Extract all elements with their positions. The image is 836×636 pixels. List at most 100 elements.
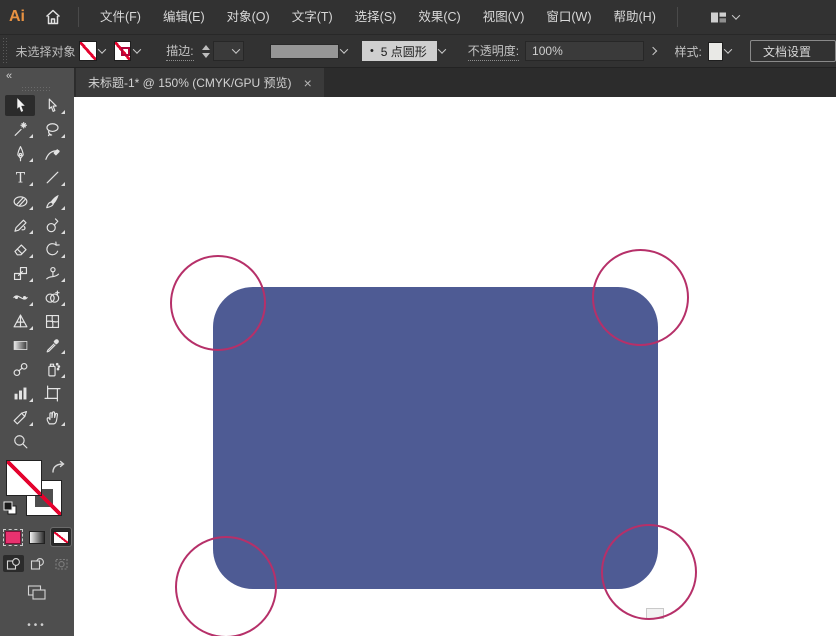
chevron-down-icon (232, 45, 240, 53)
stroke-weight-label[interactable]: 描边: (166, 42, 193, 61)
artboard-tool[interactable] (37, 383, 67, 404)
corner-circle-shape-2[interactable] (592, 249, 689, 346)
ellipse-tool[interactable] (5, 191, 35, 212)
menu-item-view[interactable]: 视图(V) (472, 0, 536, 34)
opacity-expand[interactable] (648, 41, 659, 61)
workspace-grid-icon (710, 10, 727, 25)
pen-tool[interactable] (5, 143, 35, 164)
blob-brush-tool[interactable] (37, 215, 67, 236)
document-setup-button[interactable]: 文档设置 (750, 40, 836, 62)
column-graph-tool[interactable] (5, 383, 35, 404)
brush-dot-icon: • (370, 45, 374, 57)
screen-mode-button[interactable] (27, 584, 47, 606)
rotate-tool[interactable] (37, 239, 67, 260)
control-bar: 未选择对象 描边: • 5 点圆形 不透明度: 100% 样式: 文档设置 (0, 34, 836, 68)
opacity-input[interactable]: 100% (525, 41, 644, 61)
symbol-sprayer-tool[interactable] (37, 359, 67, 380)
hand-tool[interactable] (37, 407, 67, 428)
paintbrush-tool[interactable] (37, 191, 67, 212)
selection-status: 未选择对象 (15, 43, 79, 60)
rounded-rectangle-shape[interactable] (213, 287, 658, 589)
svg-text:T: T (15, 170, 25, 186)
menu-item-type[interactable]: 文字(T) (281, 0, 344, 34)
chevron-down-icon (724, 45, 732, 53)
illustrator-window: Ai 文件(F)编辑(E)对象(O)文字(T)选择(S)效果(C)视图(V)窗口… (0, 0, 836, 636)
none-button[interactable] (51, 528, 71, 546)
style-dropdown[interactable] (723, 41, 734, 61)
panel-grip-handle[interactable] (22, 87, 52, 92)
menu-item-object[interactable]: 对象(O) (216, 0, 281, 34)
artboard-canvas[interactable] (74, 97, 836, 636)
gradient-tool[interactable] (5, 335, 35, 356)
corner-circle-shape-4[interactable] (601, 524, 697, 620)
fill-dropdown[interactable] (97, 41, 108, 61)
menu-item-effect[interactable]: 效果(C) (407, 0, 471, 34)
chevron-down-icon (98, 45, 106, 53)
stroke-color-swatch[interactable] (114, 41, 132, 61)
menu-bar: Ai 文件(F)编辑(E)对象(O)文字(T)选择(S)效果(C)视图(V)窗口… (0, 0, 836, 34)
chevron-down-icon (132, 45, 140, 53)
fill-well[interactable] (6, 460, 42, 496)
selection-tool[interactable] (5, 95, 35, 116)
home-icon[interactable] (38, 2, 68, 32)
default-fill-stroke-icon[interactable] (2, 500, 18, 521)
tools-panel: « T (0, 68, 74, 636)
edit-toolbar-button[interactable]: ••• (27, 620, 47, 631)
curvature-tool[interactable] (37, 143, 67, 164)
type-tool[interactable]: T (5, 167, 35, 188)
perspective-grid-tool[interactable] (5, 311, 35, 332)
color-mode-buttons (3, 528, 71, 546)
menu-item-window[interactable]: 窗口(W) (535, 0, 602, 34)
brush-definition-select[interactable]: • 5 点圆形 (362, 41, 437, 61)
menu-item-select[interactable]: 选择(S) (344, 0, 408, 34)
blend-tool[interactable] (5, 359, 35, 380)
menu-item-edit[interactable]: 编辑(E) (152, 0, 216, 34)
menu-item-help[interactable]: 帮助(H) (603, 0, 667, 34)
menubar-divider-2 (677, 7, 678, 27)
width-tool[interactable] (5, 287, 35, 308)
line-segment-tool[interactable] (37, 167, 67, 188)
brush-dropdown[interactable] (437, 41, 448, 61)
chevron-down-icon (438, 45, 446, 53)
panel-grip[interactable] (2, 38, 7, 64)
style-swatch[interactable] (708, 42, 723, 61)
gradient-button[interactable] (27, 528, 47, 546)
app-logo: Ai (0, 0, 34, 34)
close-tab-icon[interactable]: × (302, 76, 314, 90)
corner-circle-shape-1[interactable] (170, 255, 266, 351)
eraser-tool[interactable] (5, 239, 35, 260)
fill-color-swatch[interactable] (79, 41, 97, 61)
brush-name: 5 点圆形 (381, 43, 427, 60)
mesh-tool[interactable] (37, 311, 67, 332)
corner-circle-shape-3[interactable] (175, 536, 277, 636)
fill-stroke-wells (0, 460, 74, 518)
stroke-weight-stepper[interactable] (202, 45, 210, 58)
menu-item-file[interactable]: 文件(F) (89, 0, 152, 34)
width-profile-dropdown[interactable] (339, 41, 350, 61)
opacity-label[interactable]: 不透明度: (468, 42, 519, 61)
document-tab[interactable]: 未标题-1* @ 150% (CMYK/GPU 预览) × (76, 68, 324, 97)
stroke-dropdown[interactable] (131, 41, 142, 61)
swap-fill-stroke-icon[interactable] (50, 460, 68, 481)
workspace-switcher[interactable] (702, 0, 747, 34)
draw-behind-icon[interactable] (27, 555, 48, 572)
color-button[interactable] (3, 528, 23, 546)
slice-tool[interactable] (5, 407, 35, 428)
zoom-tool[interactable] (5, 431, 35, 452)
scale-tool[interactable] (5, 263, 35, 284)
document-tab-title: 未标题-1* @ 150% (CMYK/GPU 预览) (88, 74, 292, 91)
magic-wand-tool[interactable] (5, 119, 35, 140)
width-profile-preview[interactable] (270, 44, 339, 59)
pencil-tool[interactable] (5, 215, 35, 236)
shape-builder-tool[interactable] (37, 287, 67, 308)
chevron-down-icon (732, 11, 740, 19)
draw-normal-icon[interactable] (3, 555, 24, 572)
direct-selection-tool[interactable] (37, 95, 67, 116)
eyedropper-tool[interactable] (37, 335, 67, 356)
lasso-tool[interactable] (37, 119, 67, 140)
draw-inside-icon (51, 555, 72, 572)
draw-mode-buttons (3, 555, 72, 572)
puppet-warp-tool[interactable] (37, 263, 67, 284)
stroke-weight-input[interactable] (213, 41, 245, 61)
collapse-panel-button[interactable]: « (0, 68, 12, 82)
